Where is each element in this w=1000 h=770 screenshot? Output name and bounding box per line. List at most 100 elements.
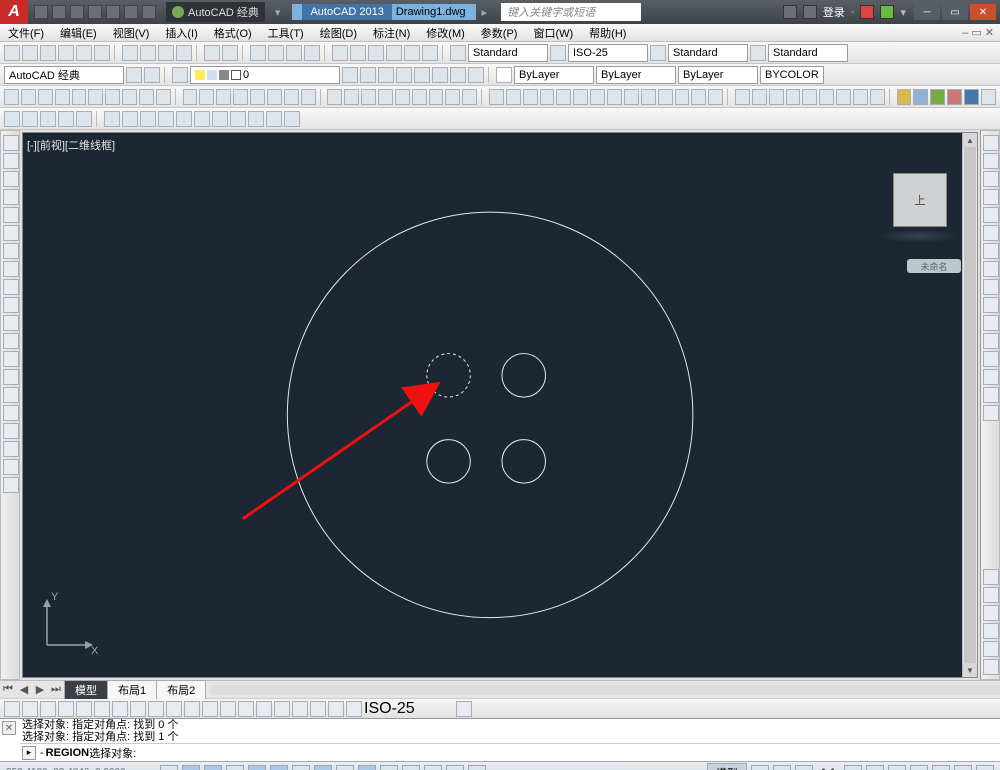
zoom-icon[interactable] — [268, 45, 284, 61]
paste-icon[interactable] — [158, 45, 174, 61]
light-icon[interactable] — [947, 89, 962, 105]
plotstyle-combo[interactable]: BYCOLOR — [760, 66, 824, 84]
workspace-settings-icon[interactable] — [126, 67, 142, 83]
tool-xline-icon[interactable] — [3, 153, 19, 169]
sb-model-button[interactable]: 模型 — [707, 763, 747, 770]
dim-baseline-icon[interactable] — [853, 89, 868, 105]
dim-aligned-icon[interactable] — [752, 89, 767, 105]
dim-style-button-icon[interactable] — [456, 701, 472, 717]
tool-polygon-icon[interactable] — [3, 189, 19, 205]
scroll-down-icon[interactable]: ▼ — [963, 663, 977, 677]
constraint-equal-icon[interactable] — [658, 89, 673, 105]
layer-manager-icon[interactable] — [172, 67, 188, 83]
dim-diameter2-icon[interactable] — [112, 701, 128, 717]
exchange-icon[interactable] — [860, 5, 874, 19]
tool-move-icon[interactable] — [983, 225, 999, 241]
signin-icon[interactable] — [803, 5, 817, 19]
minimize-button[interactable]: ─ — [914, 4, 940, 20]
sb-lwt-icon[interactable] — [380, 765, 398, 770]
layer-match-icon[interactable] — [468, 67, 484, 83]
dim-jogged-icon[interactable] — [94, 701, 110, 717]
maximize-button[interactable]: ▭ — [942, 4, 968, 20]
designcenter-icon[interactable] — [350, 45, 366, 61]
open-icon[interactable] — [22, 45, 38, 61]
sb-annoauto-icon[interactable] — [866, 765, 884, 770]
menu-view[interactable]: 视图(V) — [105, 25, 158, 41]
sb-otrack-icon[interactable] — [314, 765, 332, 770]
scrollbar-horizontal[interactable] — [211, 685, 1000, 695]
dim-angular2-icon[interactable] — [130, 701, 146, 717]
copy-icon[interactable] — [140, 45, 156, 61]
tablestyle-icon[interactable] — [650, 45, 666, 61]
cmdline-close-icon[interactable]: ✕ — [2, 721, 16, 735]
sb-snap-icon[interactable] — [182, 765, 200, 770]
layer-off-icon[interactable] — [432, 67, 448, 83]
ucs-origin-icon[interactable] — [194, 111, 210, 127]
cmd-prompt-icon[interactable]: ▸ — [22, 746, 36, 760]
tool-scale-icon[interactable] — [983, 261, 999, 277]
rectangle-icon[interactable] — [55, 89, 70, 105]
dim-break-icon[interactable] — [220, 701, 236, 717]
zoom-prev-icon[interactable] — [304, 45, 320, 61]
scroll-thumb[interactable] — [964, 147, 976, 663]
constraint-hide-icon[interactable] — [708, 89, 723, 105]
constraint-concentric-icon[interactable] — [607, 89, 622, 105]
tool-line-icon[interactable] — [3, 135, 19, 151]
hatch-icon[interactable] — [233, 89, 248, 105]
dim-tedit-icon[interactable] — [328, 701, 344, 717]
ucs-face-icon[interactable] — [140, 111, 156, 127]
qat-save-icon[interactable] — [70, 5, 84, 19]
sun-icon[interactable] — [930, 89, 945, 105]
sb-isolate-icon[interactable] — [954, 765, 972, 770]
sb-3dosnap-icon[interactable] — [292, 765, 310, 770]
point-icon[interactable] — [216, 89, 231, 105]
publish-icon[interactable] — [94, 45, 110, 61]
visualstyle-icon[interactable] — [913, 89, 928, 105]
constraint-horiz-icon[interactable] — [556, 89, 571, 105]
command-prompt[interactable]: ▸ - REGION 选择对象: — [20, 743, 1000, 761]
menu-dimension[interactable]: 标注(N) — [365, 25, 418, 41]
ucs-object-icon[interactable] — [158, 111, 174, 127]
sheetset-icon[interactable] — [386, 45, 402, 61]
tool-quickselect-icon[interactable] — [983, 641, 999, 657]
doc-menu-icon[interactable]: ▸ — [476, 6, 494, 19]
subtract-icon[interactable] — [445, 89, 460, 105]
dim-jogline-icon[interactable] — [292, 701, 308, 717]
extrude-icon[interactable] — [344, 89, 359, 105]
area-icon[interactable] — [22, 111, 38, 127]
tab-layout2[interactable]: 布局2 — [156, 680, 206, 699]
presspull-icon[interactable] — [412, 89, 427, 105]
tool-mirror-icon[interactable] — [983, 171, 999, 187]
tool-break-icon[interactable] — [983, 333, 999, 349]
command-line[interactable]: ✕ 选择对象: 指定对角点: 找到 0 个 选择对象: 指定对角点: 找到 1 … — [0, 718, 1000, 761]
layer-prev-icon[interactable] — [342, 67, 358, 83]
redo-icon[interactable] — [222, 45, 238, 61]
quickcalc-icon[interactable] — [422, 45, 438, 61]
dim-center-icon[interactable] — [256, 701, 272, 717]
tab-last-icon[interactable]: ⏭ — [48, 683, 64, 696]
dim-ordinate-icon[interactable] — [819, 89, 834, 105]
tool-region-icon[interactable] — [3, 423, 19, 439]
tool-ellipse-icon[interactable] — [3, 297, 19, 313]
tab-layout1[interactable]: 布局1 — [107, 680, 157, 699]
scrollbar-vertical[interactable]: ▲ ▼ — [962, 133, 977, 677]
dim-aligned2-icon[interactable] — [22, 701, 38, 717]
tool-gradient-icon[interactable] — [3, 405, 19, 421]
close-button[interactable]: ✕ — [970, 4, 996, 20]
tool-extend-icon[interactable] — [983, 315, 999, 331]
sb-tpy-icon[interactable] — [402, 765, 420, 770]
box-3d-icon[interactable] — [327, 89, 342, 105]
dim-arc-icon[interactable] — [40, 701, 56, 717]
ucs-view-icon[interactable] — [176, 111, 192, 127]
sb-cleanscreen-icon[interactable] — [976, 765, 994, 770]
plot-icon[interactable] — [58, 45, 74, 61]
qat-redo-icon[interactable] — [142, 5, 156, 19]
tool-explode-icon[interactable] — [983, 405, 999, 421]
insert-block-icon[interactable] — [183, 89, 198, 105]
help-icon[interactable] — [880, 5, 894, 19]
workspace-selector[interactable]: AutoCAD 经典 — [166, 2, 265, 22]
lineweight-combo[interactable]: ByLayer — [678, 66, 758, 84]
sb-hardware-icon[interactable] — [932, 765, 950, 770]
tool-selectall-icon[interactable] — [983, 659, 999, 675]
tool-offset-icon[interactable] — [983, 189, 999, 205]
